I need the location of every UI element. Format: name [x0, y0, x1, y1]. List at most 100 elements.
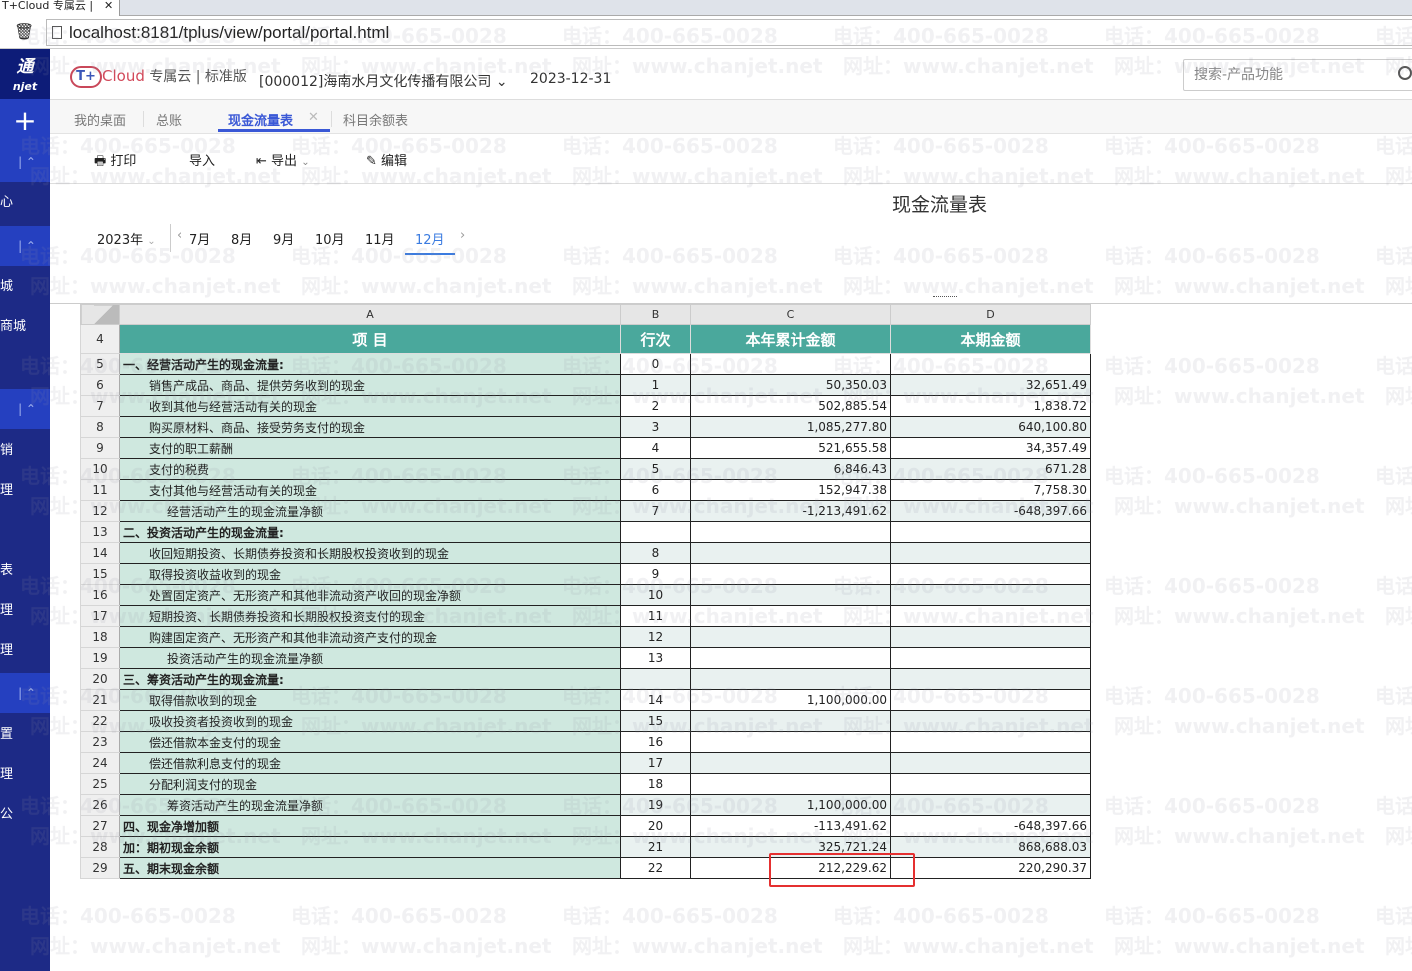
line-no-cell[interactable]: 8	[620, 542, 691, 564]
item-cell[interactable]: 支付其他与经营活动有关的现金	[119, 479, 621, 501]
edit-button[interactable]: ✎ 编辑	[366, 150, 407, 169]
ytd-amount-cell[interactable]	[690, 773, 891, 795]
item-cell[interactable]: 支付的税费	[119, 458, 621, 480]
line-no-cell[interactable]: 14	[620, 689, 691, 711]
resize-handle[interactable]	[933, 296, 957, 299]
period-amount-cell[interactable]: -648,397.66	[890, 815, 1091, 837]
period-amount-cell[interactable]: -648,397.66	[890, 500, 1091, 522]
ytd-amount-cell[interactable]	[690, 353, 891, 375]
sidebar-section-toggle[interactable]: | ⌃	[0, 389, 50, 429]
item-cell[interactable]: 取得借款收到的现金	[119, 689, 621, 711]
line-no-cell[interactable]: 4	[620, 437, 691, 459]
period-amount-cell[interactable]	[890, 668, 1091, 690]
prev-month-icon[interactable]: ‹	[177, 228, 182, 243]
sidebar-item[interactable]: 理	[0, 471, 50, 511]
row-number[interactable]: 27	[80, 815, 120, 837]
line-no-cell[interactable]: 5	[620, 458, 691, 480]
export-button[interactable]: ⇤ 导出 ⌄	[256, 150, 310, 169]
line-no-cell[interactable]: 1	[620, 374, 691, 396]
row-number[interactable]: 10	[80, 458, 120, 480]
line-no-cell[interactable]: 10	[620, 584, 691, 606]
month-9[interactable]: 9月	[273, 229, 294, 248]
ytd-amount-cell[interactable]: 1,100,000.00	[690, 794, 891, 816]
row-number[interactable]: 7	[80, 395, 120, 417]
row-number[interactable]: 24	[80, 752, 120, 774]
ytd-amount-cell[interactable]	[690, 647, 891, 669]
month-10[interactable]: 10月	[315, 229, 345, 248]
ytd-amount-cell[interactable]: 50,350.03	[690, 374, 891, 396]
item-cell[interactable]: 经营活动产生的现金流量净额	[119, 500, 621, 522]
row-number[interactable]: 14	[80, 542, 120, 564]
tab-cashflow[interactable]: 现金流量表	[228, 110, 293, 129]
period-amount-cell[interactable]	[890, 710, 1091, 732]
item-cell[interactable]: 二、投资活动产生的现金流量:	[119, 521, 621, 543]
ytd-amount-cell[interactable]	[690, 731, 891, 753]
line-no-cell[interactable]: 19	[620, 794, 691, 816]
item-cell[interactable]: 四、现金净增加额	[119, 815, 621, 837]
line-no-cell[interactable]: 17	[620, 752, 691, 774]
line-no-cell[interactable]: 22	[620, 857, 691, 879]
row-number[interactable]: 29	[80, 857, 120, 879]
sidebar-section-toggle[interactable]: | ⌃	[0, 673, 50, 713]
period-amount-cell[interactable]	[890, 542, 1091, 564]
row-number[interactable]: 12	[80, 500, 120, 522]
period-amount-cell[interactable]	[890, 752, 1091, 774]
sidebar-item[interactable]: 公	[0, 795, 50, 835]
line-no-cell[interactable]: 0	[620, 353, 691, 375]
item-cell[interactable]: 短期投资、长期债券投资和长期股权投资支付的现金	[119, 605, 621, 627]
select-all-corner[interactable]	[80, 304, 120, 325]
row-number[interactable]: 23	[80, 731, 120, 753]
item-cell[interactable]: 处置固定资产、无形资产和其他非流动资产收回的现金净额	[119, 584, 621, 606]
period-amount-cell[interactable]	[890, 626, 1091, 648]
line-no-cell[interactable]: 12	[620, 626, 691, 648]
period-amount-cell[interactable]: 220,290.37	[890, 857, 1091, 879]
sidebar-item[interactable]: 城	[0, 267, 50, 307]
address-bar[interactable]: localhost:8181/tplus/view/portal/portal.…	[46, 19, 1412, 46]
row-number[interactable]: 8	[80, 416, 120, 438]
sidebar-item[interactable]: 商城	[0, 307, 50, 347]
line-no-cell[interactable]: 18	[620, 773, 691, 795]
row-number[interactable]: 5	[80, 353, 120, 375]
ytd-amount-cell[interactable]	[690, 668, 891, 690]
column-header[interactable]: A	[119, 304, 621, 325]
sidebar-item[interactable]: 销	[0, 431, 50, 471]
ytd-amount-cell[interactable]: 502,885.54	[690, 395, 891, 417]
ytd-amount-cell[interactable]: 521,655.58	[690, 437, 891, 459]
item-cell[interactable]: 购买原材料、商品、接受劳务支付的现金	[119, 416, 621, 438]
item-cell[interactable]: 收到其他与经营活动有关的现金	[119, 395, 621, 417]
item-cell[interactable]: 吸收投资者投资收到的现金	[119, 710, 621, 732]
ytd-amount-cell[interactable]: 1,085,277.80	[690, 416, 891, 438]
next-month-icon[interactable]: ›	[460, 228, 465, 243]
item-cell[interactable]: 投资活动产生的现金流量净额	[119, 647, 621, 669]
item-cell[interactable]: 取得投资收益收到的现金	[119, 563, 621, 585]
item-cell[interactable]: 偿还借款本金支付的现金	[119, 731, 621, 753]
ytd-amount-cell[interactable]	[690, 563, 891, 585]
sidebar-item[interactable]: 理	[0, 755, 50, 795]
row-number[interactable]: 22	[80, 710, 120, 732]
item-cell[interactable]: 支付的职工薪酬	[119, 437, 621, 459]
sidebar-item[interactable]: 置	[0, 715, 50, 755]
row-number[interactable]: 11	[80, 479, 120, 501]
line-no-cell[interactable]: 7	[620, 500, 691, 522]
tab-account-balance[interactable]: 科目余额表	[343, 110, 408, 129]
item-cell[interactable]: 销售产成品、商品、提供劳务收到的现金	[119, 374, 621, 396]
row-number[interactable]: 13	[80, 521, 120, 543]
ytd-amount-cell[interactable]	[690, 605, 891, 627]
row-number[interactable]: 25	[80, 773, 120, 795]
year-selector[interactable]: 2023年 ⌄	[97, 229, 156, 248]
ytd-amount-cell[interactable]	[690, 710, 891, 732]
line-no-cell[interactable]: 3	[620, 416, 691, 438]
search-icon[interactable]	[1398, 66, 1412, 80]
period-amount-cell[interactable]	[890, 521, 1091, 543]
period-amount-cell[interactable]	[890, 731, 1091, 753]
print-button[interactable]: 🖶 打印	[94, 150, 136, 174]
line-no-cell[interactable]: 6	[620, 479, 691, 501]
item-cell[interactable]: 加：期初现金余额	[119, 836, 621, 858]
row-number[interactable]: 6	[80, 374, 120, 396]
sidebar-section-toggle[interactable]: | ⌃	[0, 142, 50, 182]
sidebar-item[interactable]: 心	[0, 183, 50, 223]
ytd-amount-cell[interactable]: 1,100,000.00	[690, 689, 891, 711]
sidebar-section-toggle[interactable]: | ⌃	[0, 226, 50, 266]
line-no-cell[interactable]: 11	[620, 605, 691, 627]
row-number[interactable]: 26	[80, 794, 120, 816]
